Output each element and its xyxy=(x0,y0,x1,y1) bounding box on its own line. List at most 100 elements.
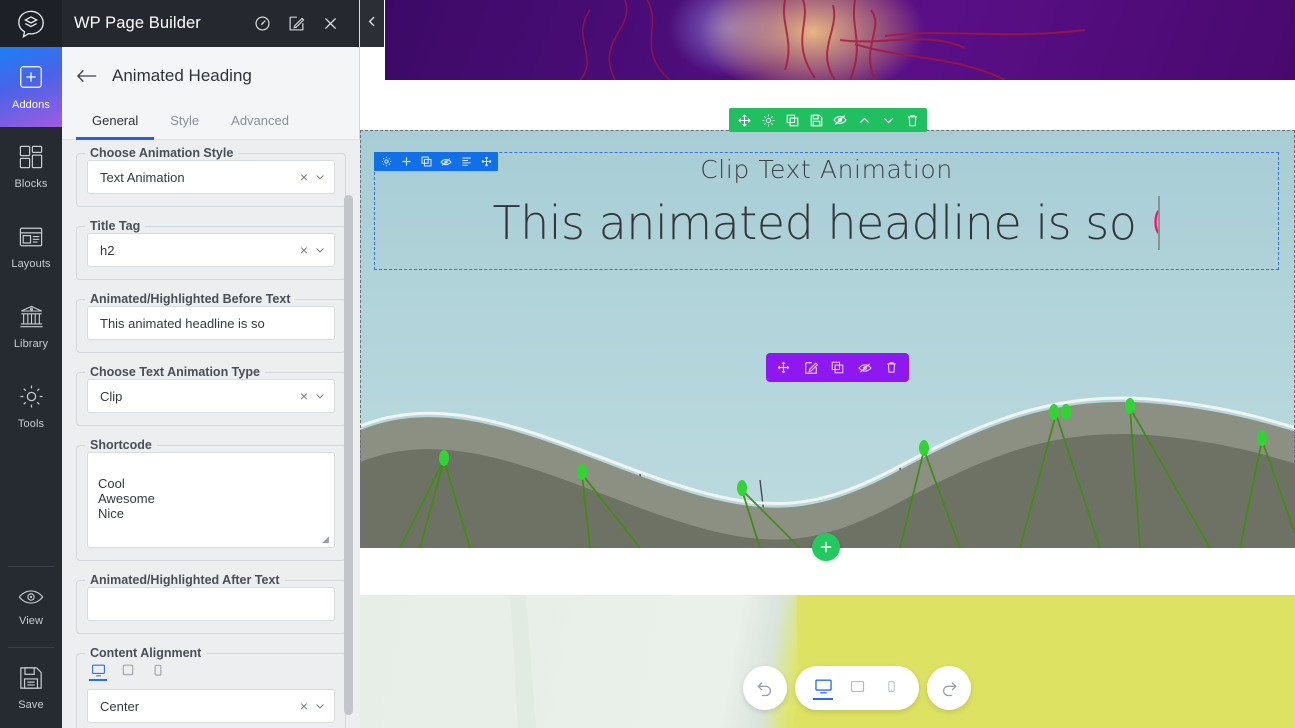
field-text-animation-type: Choose Text Animation Type Clip × xyxy=(76,365,346,426)
jellyfish-illustration xyxy=(579,0,1086,80)
blocks-icon xyxy=(19,145,43,172)
back-button[interactable] xyxy=(76,68,98,84)
bridge-section[interactable] xyxy=(360,130,1295,548)
resize-grip-icon[interactable]: ◢ xyxy=(322,535,332,545)
align-list-icon[interactable] xyxy=(456,152,476,171)
chevron-down-icon[interactable] xyxy=(314,171,326,183)
device-desktop[interactable] xyxy=(89,664,107,681)
canvas-preview: Clip Text Animation This animated headli… xyxy=(360,0,1295,728)
tab-style[interactable]: Style xyxy=(154,104,215,140)
sidebar-item-tools[interactable]: Tools xyxy=(0,367,62,447)
selected-value: Text Animation xyxy=(100,169,185,185)
collapse-panel-button[interactable] xyxy=(360,0,384,47)
clear-icon[interactable]: × xyxy=(294,242,314,258)
eye-slash-icon[interactable] xyxy=(436,152,456,171)
tab-general[interactable]: General xyxy=(76,104,155,140)
chevron-down-icon[interactable] xyxy=(876,108,900,132)
sidebar-item-label: Save xyxy=(18,698,44,711)
field-label: Animated/Highlighted After Text xyxy=(90,573,280,587)
dashboard-icon[interactable] xyxy=(245,7,279,41)
redo-button[interactable] xyxy=(927,666,971,710)
panel-title: Animated Heading xyxy=(112,65,252,85)
edit-icon[interactable] xyxy=(279,7,313,41)
trash-icon[interactable] xyxy=(879,353,904,382)
field-before-text: Animated/Highlighted Before Text This an… xyxy=(76,292,346,353)
eye-slash-icon[interactable] xyxy=(828,108,852,132)
chevron-down-icon[interactable] xyxy=(314,390,326,402)
title-tag-select[interactable]: h2 × xyxy=(87,233,335,267)
save-icon[interactable] xyxy=(804,108,828,132)
chevron-down-icon[interactable] xyxy=(314,244,326,256)
gear-icon[interactable] xyxy=(756,108,780,132)
close-icon[interactable] xyxy=(313,7,347,41)
sidebar-item-blocks[interactable]: Blocks xyxy=(0,127,62,207)
gear-icon xyxy=(19,384,44,412)
content-alignment-select[interactable]: Center × xyxy=(87,689,335,723)
chevron-down-icon[interactable] xyxy=(314,700,326,712)
floppy-disk-icon xyxy=(19,666,43,693)
sidebar-item-layouts[interactable]: Layouts xyxy=(0,207,62,287)
clear-icon[interactable]: × xyxy=(294,169,314,185)
edit-icon[interactable] xyxy=(798,353,823,382)
sidebar-item-addons[interactable]: Addons xyxy=(0,47,62,127)
plus-icon[interactable] xyxy=(396,152,416,171)
field-label: Content Alignment xyxy=(90,646,202,660)
selected-value: Clip xyxy=(100,388,123,404)
tab-advanced[interactable]: Advanced xyxy=(215,104,305,140)
before-text-input[interactable]: This animated headline is so xyxy=(87,306,335,340)
add-section-button[interactable] xyxy=(812,533,840,561)
section-toolbar[interactable] xyxy=(729,108,927,132)
after-text-input[interactable] xyxy=(87,587,335,621)
animated-heading-subtitle: Clip Text Animation xyxy=(700,155,953,184)
rail-bottom-group: View Save xyxy=(0,566,62,728)
field-title-tag: Title Tag h2 × xyxy=(76,219,346,280)
sidebar-item-label: Layouts xyxy=(11,257,51,270)
animation-style-select[interactable]: Text Animation × xyxy=(87,160,335,194)
trash-icon[interactable] xyxy=(900,108,924,132)
device-tablet[interactable] xyxy=(847,678,867,699)
device-mobile[interactable] xyxy=(149,664,167,681)
device-switcher[interactable] xyxy=(795,666,919,710)
sidebar-item-label: Tools xyxy=(17,418,45,430)
module-toolbar[interactable] xyxy=(766,353,909,382)
duplicate-icon[interactable] xyxy=(825,353,850,382)
app-logo[interactable] xyxy=(0,0,62,47)
gear-icon[interactable] xyxy=(376,152,396,171)
clear-icon[interactable]: × xyxy=(294,388,314,404)
duplicate-icon[interactable] xyxy=(416,152,436,171)
field-animation-style: Choose Animation Style Text Animation × xyxy=(76,146,346,207)
device-mobile[interactable] xyxy=(881,678,901,699)
settings-panel: WP Page Builder Animated Heading General… xyxy=(62,0,360,728)
chevron-up-icon[interactable] xyxy=(852,108,876,132)
sidebar-item-label: Blocks xyxy=(14,177,48,190)
move-icon[interactable] xyxy=(771,353,796,382)
panel-header: Animated Heading xyxy=(62,47,359,104)
device-desktop[interactable] xyxy=(813,677,833,700)
undo-button[interactable] xyxy=(743,666,787,710)
panel-tabs: General Style Advanced xyxy=(62,104,359,140)
hero-jellyfish-section[interactable] xyxy=(385,0,1295,80)
sidebar-item-save[interactable]: Save xyxy=(0,648,62,728)
clear-icon[interactable]: × xyxy=(294,698,314,714)
eye-slash-icon[interactable] xyxy=(852,353,877,382)
panel-scrollbar[interactable] xyxy=(344,195,353,715)
duplicate-icon[interactable] xyxy=(780,108,804,132)
move-icon[interactable] xyxy=(732,108,756,132)
app-title: WP Page Builder xyxy=(74,14,201,32)
field-label: Choose Text Animation Type xyxy=(90,365,260,379)
row-toolbar[interactable] xyxy=(374,152,498,171)
sidebar-item-label: Library xyxy=(13,337,49,350)
selected-value: Center xyxy=(100,698,140,714)
chevron-left-icon xyxy=(366,15,379,33)
field-shortcode: Shortcode Cool Awesome Nice ◢ xyxy=(76,438,346,561)
shortcode-textarea[interactable]: Cool Awesome Nice ◢ xyxy=(87,452,335,548)
text-animation-type-select[interactable]: Clip × xyxy=(87,379,335,413)
textarea-value: Cool Awesome Nice xyxy=(98,476,155,521)
field-content-alignment: Content Alignment Center × xyxy=(76,646,346,728)
device-tablet[interactable] xyxy=(119,664,137,681)
selected-value: h2 xyxy=(100,242,115,258)
panel-body: Choose Animation Style Text Animation × … xyxy=(62,140,360,728)
sidebar-item-view[interactable]: View xyxy=(0,567,62,647)
sidebar-item-library[interactable]: Library xyxy=(0,287,62,367)
move-icon[interactable] xyxy=(476,152,496,171)
